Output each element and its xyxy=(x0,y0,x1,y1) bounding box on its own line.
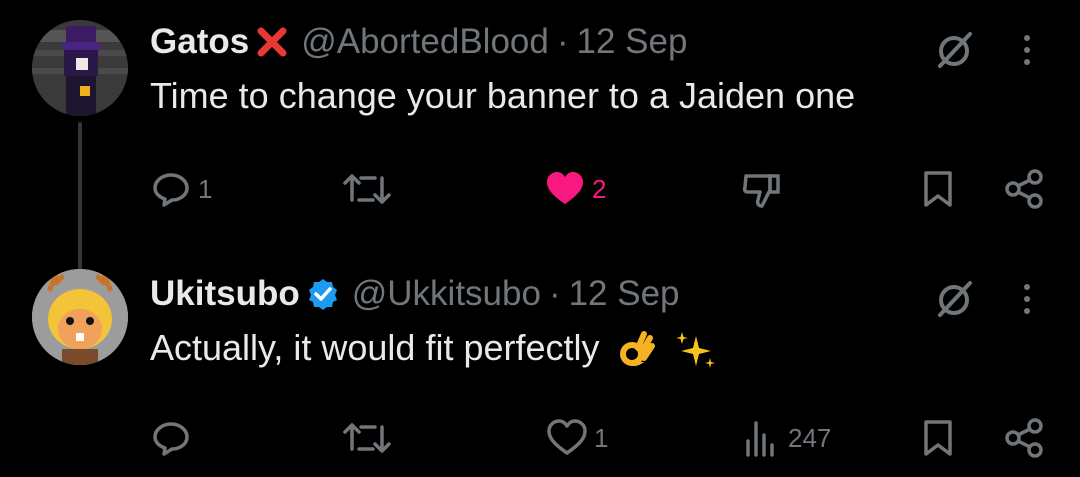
like-button[interactable]: 1 xyxy=(546,413,608,463)
timestamp[interactable]: 12 Sep xyxy=(569,272,680,316)
retweet-icon xyxy=(342,168,392,210)
handle[interactable]: @AbortedBlood xyxy=(301,20,549,64)
reply-button[interactable]: 1 xyxy=(150,164,212,214)
avatar[interactable] xyxy=(32,20,128,116)
more-options-icon[interactable] xyxy=(1022,33,1032,67)
tweet-top-actions xyxy=(932,28,1032,72)
reply-icon xyxy=(150,417,192,459)
reply-icon xyxy=(150,168,192,210)
tweet-gatos[interactable]: Gatos @AbortedBlood · 12 Sep Time to cha… xyxy=(0,0,1080,270)
heart-icon xyxy=(546,417,588,459)
tweet-text-container: Actually, it would fit perfectly xyxy=(150,325,718,371)
timestamp[interactable]: 12 Sep xyxy=(577,20,688,64)
like-count: 1 xyxy=(594,422,609,453)
grok-icon[interactable] xyxy=(932,28,976,72)
avatar[interactable] xyxy=(32,269,128,365)
like-button[interactable]: 2 xyxy=(544,164,606,214)
downvote-button[interactable] xyxy=(740,164,784,214)
tweet-header: Gatos @AbortedBlood · 12 Sep xyxy=(150,20,687,64)
bookmark-button[interactable] xyxy=(918,164,958,214)
tweet-text: Actually, it would fit perfectly xyxy=(150,327,600,368)
tweet-text: Time to change your banner to a Jaiden o… xyxy=(150,75,856,116)
verified-badge-icon xyxy=(306,277,340,311)
grok-icon[interactable] xyxy=(932,277,976,321)
display-name[interactable]: Gatos xyxy=(150,20,249,64)
display-name[interactable]: Ukitsubo xyxy=(150,272,300,316)
retweet-button[interactable] xyxy=(342,164,392,214)
heart-filled-icon xyxy=(544,168,586,210)
ok-hand-icon xyxy=(618,330,656,370)
like-count: 2 xyxy=(592,173,607,204)
thumbs-down-icon xyxy=(740,168,784,210)
views-button[interactable]: 247 xyxy=(742,413,831,463)
sparkles-icon xyxy=(674,330,718,370)
tweet-ukitsubo[interactable]: Ukitsubo @Ukkitsubo · 12 Sep Actually, i… xyxy=(0,245,1080,477)
share-icon xyxy=(1002,168,1046,210)
bookmark-icon xyxy=(918,168,958,210)
tweet-actions: 1 247 xyxy=(0,413,1080,463)
avatar-image xyxy=(32,20,128,116)
views-count: 247 xyxy=(788,422,832,453)
avatar-image xyxy=(32,269,128,365)
more-options-icon[interactable] xyxy=(1022,282,1032,316)
red-x-icon xyxy=(255,25,289,59)
reply-button[interactable] xyxy=(150,413,192,463)
share-button[interactable] xyxy=(1002,413,1046,463)
tweet-actions: 1 2 xyxy=(0,164,1080,214)
bookmark-button[interactable] xyxy=(918,413,958,463)
retweet-icon xyxy=(342,417,392,459)
views-icon xyxy=(742,417,782,459)
retweet-button[interactable] xyxy=(342,413,392,463)
separator: · xyxy=(556,22,569,61)
tweet-header: Ukitsubo @Ukkitsubo · 12 Sep xyxy=(150,272,680,316)
separator: · xyxy=(548,274,561,313)
reply-count: 1 xyxy=(198,173,213,204)
handle[interactable]: @Ukkitsubo xyxy=(352,272,541,316)
share-button[interactable] xyxy=(1002,164,1046,214)
tweet-top-actions xyxy=(932,277,1032,321)
share-icon xyxy=(1002,417,1046,459)
bookmark-icon xyxy=(918,417,958,459)
